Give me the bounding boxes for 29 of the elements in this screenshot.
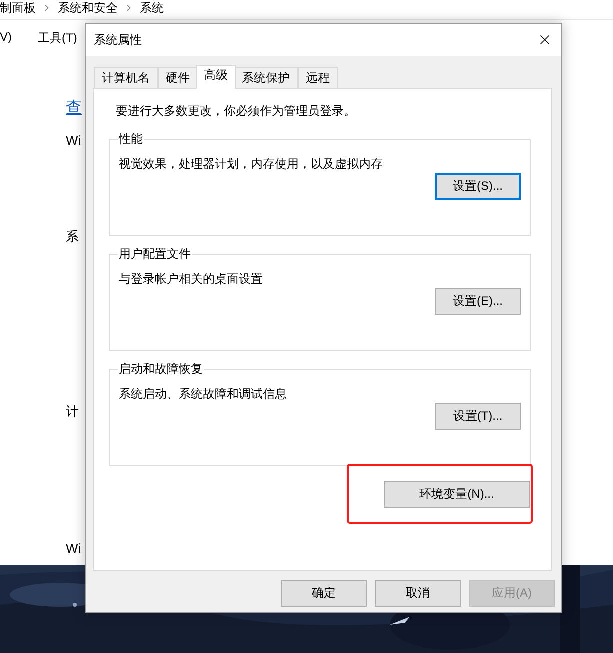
- page-link[interactable]: 查: [66, 98, 86, 119]
- group-description: 系统启动、系统故障和调试信息: [119, 386, 288, 403]
- tab[interactable]: 计算机名: [94, 67, 158, 88]
- breadcrumb-item[interactable]: 系统和安全: [58, 0, 118, 16]
- group-title: 用户配置文件: [118, 246, 192, 263]
- tab[interactable]: 硬件: [158, 67, 198, 88]
- breadcrumb-item[interactable]: 制面板: [0, 0, 36, 16]
- tab[interactable]: 系统保护: [234, 67, 298, 88]
- settings-button[interactable]: 设置(E)...: [435, 288, 521, 315]
- menu-item[interactable]: 工具(T): [38, 30, 78, 50]
- section-text: 计: [66, 403, 80, 421]
- group-description: 视觉效果，处理器计划，内存使用，以及虚拟内存: [119, 156, 384, 173]
- environment-variables-button[interactable]: 环境变量(N)...: [384, 481, 530, 508]
- group-title: 性能: [118, 131, 144, 148]
- window-title: 系统属性: [94, 32, 142, 48]
- tab[interactable]: 高级: [196, 65, 236, 89]
- dialog-button[interactable]: 取消: [375, 580, 461, 607]
- menu-item[interactable]: V): [0, 30, 12, 50]
- tab[interactable]: 远程: [298, 67, 338, 88]
- group-title: 启动和故障恢复: [118, 361, 204, 378]
- dialog-button[interactable]: 确定: [281, 580, 367, 607]
- breadcrumb-item[interactable]: 系统: [140, 0, 164, 16]
- group-description: 与登录帐户相关的桌面设置: [119, 271, 264, 288]
- settings-button[interactable]: 设置(S)...: [435, 173, 521, 200]
- notice-text: 要进行大多数更改，你必须作为管理员登录。: [115, 103, 357, 120]
- section-text: Wi: [66, 133, 82, 148]
- section-text: 系: [66, 228, 80, 246]
- settings-button[interactable]: 设置(T)...: [435, 403, 521, 430]
- section-text: Wi: [66, 541, 82, 556]
